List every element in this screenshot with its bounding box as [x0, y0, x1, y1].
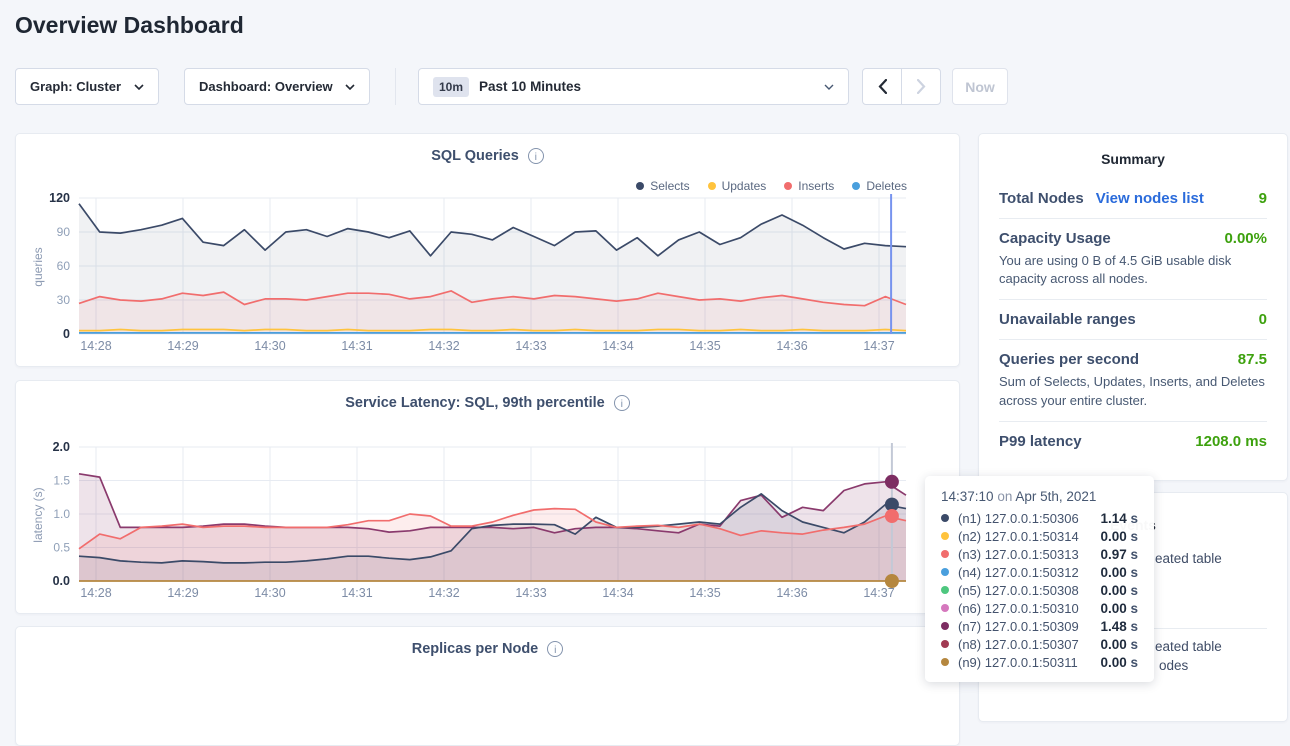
- series-dot: [941, 604, 949, 612]
- svg-text:14:36: 14:36: [776, 586, 807, 600]
- overview-dashboard-page: Overview Dashboard Graph: Cluster Dashbo…: [0, 0, 1290, 689]
- svg-text:1.0: 1.0: [53, 507, 70, 521]
- qps-desc: Sum of Selects, Updates, Inserts, and De…: [999, 373, 1267, 409]
- svg-text:14:29: 14:29: [167, 339, 198, 353]
- series-dot: [941, 550, 949, 558]
- controls-divider: [395, 68, 396, 105]
- svg-text:14:33: 14:33: [515, 586, 546, 600]
- chevron-down-icon: [345, 84, 355, 90]
- summary-row-capacity: Capacity Usage 0.00% You are using 0 B o…: [999, 218, 1267, 299]
- chart-title: Replicas per Node: [412, 641, 539, 657]
- chart-tooltip: 14:37:10 on Apr 5th, 2021 (n1) 127.0.0.1…: [925, 476, 1154, 682]
- svg-text:0: 0: [63, 327, 70, 341]
- summary-row-unavailable: Unavailable ranges 0: [999, 299, 1267, 339]
- svg-text:0.5: 0.5: [53, 541, 70, 555]
- svg-text:60: 60: [57, 259, 71, 273]
- series-dot: [941, 568, 949, 576]
- tooltip-timestamp: 14:37:10 on Apr 5th, 2021: [941, 489, 1140, 504]
- tooltip-row: (n4) 127.0.0.1:503120.00 s: [941, 563, 1140, 581]
- summary-title: Summary: [999, 134, 1267, 179]
- svg-text:14:34: 14:34: [602, 339, 633, 353]
- svg-text:14:31: 14:31: [341, 339, 372, 353]
- svg-text:14:37: 14:37: [863, 586, 894, 600]
- series-dot: [941, 514, 949, 522]
- summary-panel: Summary Total Nodes View nodes list 9 Ca…: [978, 133, 1288, 481]
- time-range-label: Past 10 Minutes: [479, 79, 581, 94]
- svg-text:14:30: 14:30: [254, 586, 285, 600]
- chevron-down-icon: [134, 84, 144, 90]
- p99-latency-value: 1208.0 ms: [1195, 433, 1267, 450]
- svg-text:30: 30: [57, 293, 71, 307]
- svg-text:14:28: 14:28: [80, 339, 111, 353]
- time-range-badge: 10m: [433, 77, 469, 97]
- svg-text:14:37: 14:37: [863, 339, 894, 353]
- capacity-usage-label: Capacity Usage: [999, 230, 1111, 247]
- svg-text:0.0: 0.0: [53, 574, 70, 588]
- p99-latency-label: P99 latency: [999, 433, 1082, 450]
- svg-text:14:35: 14:35: [689, 339, 720, 353]
- svg-text:14:35: 14:35: [689, 586, 720, 600]
- svg-text:14:29: 14:29: [167, 586, 198, 600]
- series-dot: [941, 622, 949, 630]
- tooltip-row: (n9) 127.0.0.1:503110.00 s: [941, 653, 1140, 671]
- svg-text:14:32: 14:32: [428, 586, 459, 600]
- tooltip-row: (n2) 127.0.0.1:503140.00 s: [941, 527, 1140, 545]
- event-item-fragment[interactable]: odes: [1159, 658, 1188, 673]
- sql-queries-plot[interactable]: 0 30 60 90 120 14:28 14:29 14:30 14:31 14:32 14:33…: [16, 134, 961, 368]
- event-item-fragment[interactable]: eated table: [1155, 639, 1222, 654]
- unavailable-ranges-label: Unavailable ranges: [999, 311, 1136, 328]
- svg-text:14:28: 14:28: [80, 586, 111, 600]
- qps-value: 87.5: [1238, 351, 1267, 368]
- svg-text:14:30: 14:30: [254, 339, 285, 353]
- tooltip-row: (n1) 127.0.0.1:503061.14 s: [941, 509, 1140, 527]
- replicas-per-node-card: Replicas per Node i: [15, 626, 960, 746]
- svg-text:14:34: 14:34: [602, 586, 633, 600]
- dashboard-select[interactable]: Dashboard: Overview: [184, 68, 370, 105]
- svg-text:90: 90: [57, 225, 71, 239]
- service-latency-card: Service Latency: SQL, 99th percentile i …: [15, 380, 960, 614]
- tooltip-row: (n8) 127.0.0.1:503070.00 s: [941, 635, 1140, 653]
- tooltip-row: (n7) 127.0.0.1:503091.48 s: [941, 617, 1140, 635]
- time-range-select[interactable]: 10m Past 10 Minutes: [418, 68, 849, 105]
- service-latency-plot[interactable]: 0.0 0.5 1.0 1.5 2.0 14:28 14:29 14:30 14:31 14:32…: [16, 381, 961, 615]
- tooltip-row: (n3) 127.0.0.1:503130.97 s: [941, 545, 1140, 563]
- dashboard-select-label: Dashboard: Overview: [199, 79, 333, 94]
- chevron-right-icon: [917, 79, 926, 94]
- capacity-usage-value: 0.00%: [1224, 230, 1267, 247]
- prev-range-button[interactable]: [862, 68, 902, 105]
- svg-text:14:33: 14:33: [515, 339, 546, 353]
- capacity-usage-desc: You are using 0 B of 4.5 GiB usable disk…: [999, 252, 1267, 288]
- svg-text:1.5: 1.5: [53, 474, 70, 488]
- chevron-down-icon: [824, 84, 834, 90]
- total-nodes-value: 9: [1259, 190, 1267, 207]
- unavailable-ranges-value: 0: [1259, 311, 1267, 328]
- series-dot: [941, 532, 949, 540]
- svg-text:14:36: 14:36: [776, 339, 807, 353]
- chevron-left-icon: [878, 79, 887, 94]
- series-dot: [941, 640, 949, 648]
- summary-row-p99: P99 latency 1208.0 ms: [999, 421, 1267, 461]
- sql-queries-card: SQL Queries i SelectsUpdatesInsertsDelet…: [15, 133, 960, 367]
- view-nodes-list-link[interactable]: View nodes list: [1096, 190, 1204, 207]
- summary-row-total-nodes: Total Nodes View nodes list 9: [999, 179, 1267, 218]
- series-dot: [941, 586, 949, 594]
- graph-select-label: Graph: Cluster: [30, 79, 121, 94]
- svg-text:14:32: 14:32: [428, 339, 459, 353]
- now-button[interactable]: Now: [952, 68, 1008, 105]
- next-range-button[interactable]: [901, 68, 941, 105]
- tooltip-row: (n5) 127.0.0.1:503080.00 s: [941, 581, 1140, 599]
- total-nodes-label: Total Nodes: [999, 190, 1084, 207]
- info-icon[interactable]: i: [547, 641, 563, 657]
- svg-text:2.0: 2.0: [53, 440, 70, 454]
- svg-text:120: 120: [49, 191, 70, 205]
- series-dot: [941, 658, 949, 666]
- summary-row-qps: Queries per second 87.5 Sum of Selects, …: [999, 339, 1267, 420]
- event-item-fragment[interactable]: eated table: [1155, 551, 1222, 566]
- page-title: Overview Dashboard: [15, 12, 244, 39]
- graph-select[interactable]: Graph: Cluster: [15, 68, 159, 105]
- tooltip-row: (n6) 127.0.0.1:503100.00 s: [941, 599, 1140, 617]
- svg-text:14:31: 14:31: [341, 586, 372, 600]
- qps-label: Queries per second: [999, 351, 1139, 368]
